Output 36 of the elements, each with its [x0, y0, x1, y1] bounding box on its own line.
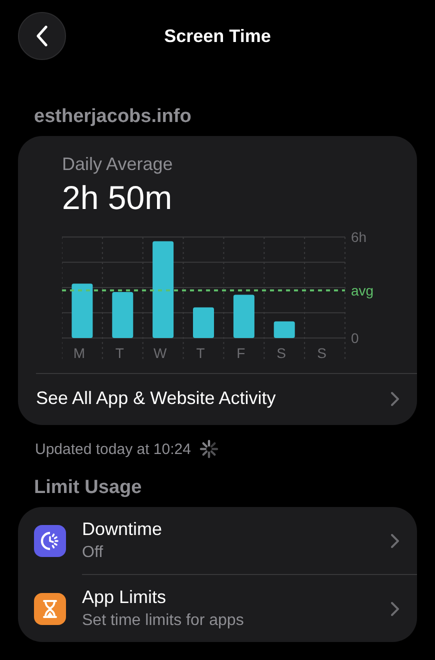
- day-label: T: [115, 345, 124, 361]
- usage-bar: [233, 294, 254, 338]
- chevron-icon: [391, 602, 399, 616]
- row-subtitle: Off: [82, 544, 104, 562]
- axis-label: 6h: [351, 231, 367, 245]
- day-label: T: [196, 345, 205, 361]
- day-label: S: [317, 345, 326, 361]
- usage-bar: [112, 292, 134, 338]
- row-subtitle: Set time limits for apps: [82, 612, 244, 630]
- clock-moon-icon: [34, 525, 66, 557]
- settings-row[interactable]: App Limits Set time limits for apps: [34, 575, 417, 642]
- daily-average-value: 2h 50m: [62, 179, 174, 217]
- usage-bar: [72, 284, 93, 338]
- screen-title: Screen Time: [164, 26, 271, 46]
- settings-row[interactable]: Downtime Off: [34, 507, 417, 575]
- updated-text: Updated today at 10:24: [35, 440, 191, 458]
- loading-spinner-icon: [198, 439, 219, 459]
- axis-label: 0: [351, 330, 359, 346]
- back-icon: [35, 25, 49, 47]
- average-label: avg: [351, 282, 374, 298]
- day-label: S: [276, 345, 286, 361]
- day-label: F: [236, 345, 246, 361]
- back-button[interactable]: [18, 12, 66, 60]
- section-title: Limit Usage: [34, 477, 143, 499]
- day-label: M: [73, 345, 86, 361]
- usage-bar: [193, 307, 214, 338]
- account-name: estherjacobs.info: [34, 106, 192, 128]
- activity-link[interactable]: See All App & Website Activity: [36, 373, 417, 425]
- chevron-icon: [391, 392, 399, 406]
- row-title: App Limits: [82, 587, 168, 608]
- usage-bar: [274, 321, 295, 338]
- hourglass-icon: [34, 592, 66, 624]
- day-label: W: [153, 345, 167, 361]
- row-title: Downtime: [82, 519, 162, 540]
- daily-average-label: Daily Average: [62, 154, 174, 175]
- chevron-icon: [391, 534, 399, 548]
